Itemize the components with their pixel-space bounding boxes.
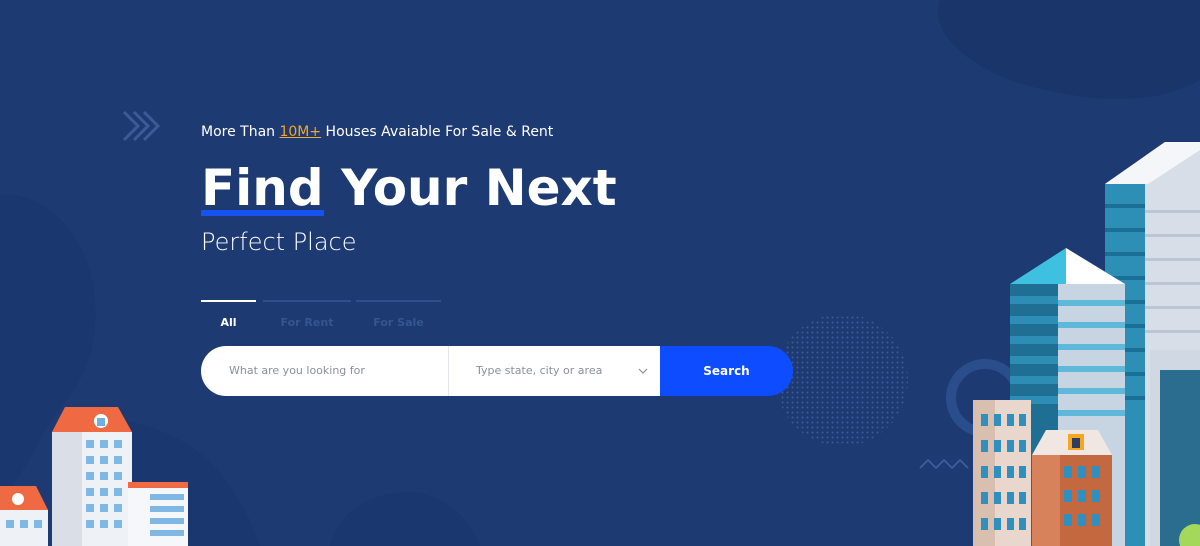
tagline-suffix: Houses Avaiable For Sale & Rent: [321, 124, 554, 140]
background-illustration: [0, 0, 1200, 546]
tab-for-rent[interactable]: For Rent: [263, 300, 351, 330]
tab-label: All: [220, 316, 237, 329]
hero-tagline: More Than 10M+ Houses Avaiable For Sale …: [201, 124, 553, 140]
tab-for-sale[interactable]: For Sale: [356, 300, 441, 330]
tab-indicator: [201, 300, 256, 302]
tab-indicator: [263, 300, 351, 302]
tagline-prefix: More Than: [201, 124, 280, 140]
search-bar: What are you looking for Type state, cit…: [201, 346, 793, 396]
search-button[interactable]: Search: [660, 346, 793, 396]
hero-subtitle: Perfect Place: [201, 228, 357, 256]
search-divider: [448, 346, 449, 396]
keyword-search-input[interactable]: What are you looking for: [229, 346, 365, 396]
right-buildings-illustration: [973, 142, 1200, 546]
tab-label: For Rent: [280, 316, 334, 329]
location-select[interactable]: Type state, city or area: [476, 346, 602, 396]
title-rest: Your Next: [323, 159, 617, 217]
hero-title: Find Your Next: [201, 156, 617, 220]
chevron-down-icon[interactable]: [638, 366, 648, 376]
title-highlight-word: Find: [201, 159, 324, 217]
search-fields: What are you looking for Type state, cit…: [201, 346, 660, 396]
tagline-highlight[interactable]: 10M+: [279, 124, 321, 140]
tab-label: For Sale: [373, 316, 424, 329]
tab-indicator: [356, 300, 441, 302]
tab-all[interactable]: All: [201, 300, 256, 330]
arrows-pattern-icon: [122, 110, 161, 142]
